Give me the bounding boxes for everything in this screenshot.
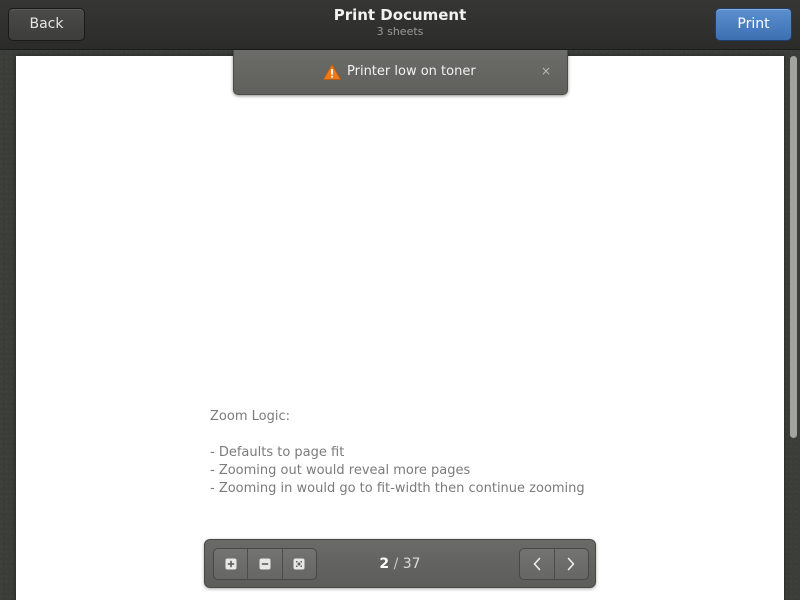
page-navigation xyxy=(519,548,589,580)
header-bar: Back Print Document 3 sheets Print xyxy=(0,0,800,50)
chevron-left-icon xyxy=(533,557,541,571)
warning-icon xyxy=(323,64,341,80)
page-text-line xyxy=(210,426,585,444)
fit-page-icon xyxy=(293,558,305,570)
toner-notification: Printer low on toner × xyxy=(233,50,568,95)
scrollbar-thumb[interactable] xyxy=(790,56,797,438)
page-title: Print Document xyxy=(333,6,467,24)
document-page: Zoom Logic: - Defaults to page fit - Zoom… xyxy=(16,56,784,600)
notification-message: Printer low on toner xyxy=(347,64,476,79)
zoom-in-icon xyxy=(225,558,237,570)
next-page-button[interactable] xyxy=(555,549,589,579)
page-text-line: - Defaults to page fit xyxy=(210,445,345,460)
page-text-line: - Zooming in would go to fit-width then … xyxy=(210,481,585,496)
zoom-out-button[interactable] xyxy=(248,549,283,579)
total-pages: 37 xyxy=(402,556,421,572)
close-icon[interactable]: × xyxy=(538,62,554,80)
fit-page-button[interactable] xyxy=(283,549,316,579)
page-separator: / xyxy=(393,556,399,572)
page-text-line: - Zooming out would reveal more pages xyxy=(210,463,471,478)
page-toolbar: 2 / 37 xyxy=(204,539,596,588)
zoom-out-icon xyxy=(259,558,271,570)
chevron-right-icon xyxy=(567,557,575,571)
print-button[interactable]: Print xyxy=(715,8,792,41)
zoom-controls xyxy=(213,548,317,580)
zoom-in-button[interactable] xyxy=(214,549,249,579)
current-page: 2 xyxy=(379,556,390,572)
previous-page-button[interactable] xyxy=(520,549,555,579)
page-text: Zoom Logic: - Defaults to page fit - Zoom… xyxy=(210,408,585,498)
page-text-line: Zoom Logic: xyxy=(210,409,290,424)
sheet-count: 3 sheets xyxy=(376,25,424,38)
back-button[interactable]: Back xyxy=(8,8,85,41)
page-indicator: 2 / 37 xyxy=(325,548,475,580)
